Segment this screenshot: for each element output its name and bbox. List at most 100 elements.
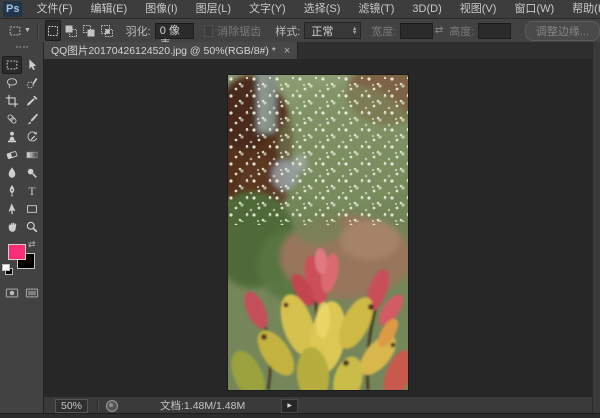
path-selection-tool[interactable] [2,200,22,218]
eraser-tool[interactable] [2,146,22,164]
menu-file[interactable]: 文件(F) [27,0,81,18]
menu-type[interactable]: 文字(Y) [240,0,295,18]
tab-close-icon[interactable]: × [284,45,290,56]
document-tab-bar: QQ图片20170426124520.jpg @ 50%(RGB/8#) * × [44,42,592,60]
photo-plants [209,61,430,404]
intersect-selection-button[interactable] [99,20,115,41]
swap-colors-icon[interactable]: ⇄ [28,239,36,250]
menu-help[interactable]: 帮助(H) [563,0,600,18]
hand-tool[interactable] [2,218,22,236]
height-input [478,22,511,39]
panel-dock-edge[interactable] [592,42,600,413]
eyedropper-icon [26,95,37,106]
screen-mode-button[interactable] [25,286,39,300]
menu-view[interactable]: 视图(V) [451,0,506,18]
history-brush-icon [27,131,37,142]
status-bar: 50% 文档:1.48M/1.48M ▶ [44,396,592,414]
rectangular-marquee-tool[interactable] [1,56,22,74]
type-icon: T [28,186,35,198]
window-edge [0,413,600,418]
clone-stamp-tool[interactable] [2,128,22,146]
menu-filter[interactable]: 滤镜(T) [349,0,403,18]
path-selection-icon [8,203,15,215]
open-image[interactable] [209,61,430,404]
rectangle-icon [26,205,37,213]
marquee-preset-icon [9,26,21,35]
style-value: 正常 [311,25,334,38]
document-tab[interactable]: QQ图片20170426124520.jpg @ 50%(RGB/8#) * × [44,42,299,59]
default-colors-icon[interactable] [2,264,13,275]
eyedropper-tool[interactable] [22,92,42,110]
quick-mask-button[interactable] [5,286,19,300]
new-selection-button[interactable] [44,20,61,41]
menu-window[interactable]: 窗口(W) [505,0,563,18]
dodge-icon [27,168,37,178]
feather-label: 羽化: [125,25,151,38]
screen-mode-icon [25,288,38,298]
hand-icon [8,222,16,232]
move-tool[interactable] [22,56,42,74]
width-input [400,22,433,39]
document-size-info: 文档:1.48M/1.48M [160,400,246,412]
gradient-tool[interactable] [22,146,42,164]
add-selection-button[interactable] [63,20,79,41]
zoom-level-field[interactable]: 50% [55,398,89,413]
width-label: 宽度: [371,25,397,38]
style-label: 样式: [275,25,301,38]
intersect-selection-icon [100,24,113,37]
toolbox-grip[interactable] [0,42,43,51]
water-drop-icon [8,167,15,178]
clone-stamp-icon [7,131,16,143]
crop-tool[interactable] [2,92,22,110]
photoshop-window: Ps 文件(F) 编辑(E) 图像(I) 图层(L) 文字(Y) 选择(S) 滤… [0,0,600,418]
subtract-selection-icon [82,24,95,36]
zoom-tool[interactable] [22,218,42,236]
add-selection-icon [65,25,77,37]
menu-layer[interactable]: 图层(L) [187,0,240,18]
healing-brush-icon [7,114,16,124]
quick-selection-icon [26,77,37,89]
svg-text:T: T [28,186,35,198]
menu-edit[interactable]: 编辑(E) [82,0,137,18]
antialias-checkbox [204,24,214,37]
brush-tool[interactable] [22,110,42,128]
refine-edge-button: 调整边缘... [524,20,600,41]
rectangle-shape-tool[interactable] [22,200,42,218]
crop-icon [5,94,18,108]
status-options-button[interactable]: ▶ [281,398,299,413]
foreground-color-swatch[interactable] [8,244,26,260]
marquee-icon [6,60,17,70]
height-label: 高度: [449,25,475,38]
lasso-tool[interactable] [2,74,22,92]
menu-select[interactable]: 选择(S) [295,0,350,18]
lasso-icon [6,78,17,89]
dodge-tool[interactable] [22,164,42,182]
healing-brush-tool[interactable] [2,110,22,128]
new-selection-icon [47,25,58,36]
eraser-icon [6,151,17,159]
tool-preset-picker[interactable]: ▼ [7,23,32,39]
antialias-label: 消除锯齿 [217,25,262,38]
feather-input[interactable]: 0 像素 [154,22,195,51]
move-icon [28,59,36,71]
style-select[interactable]: 正常 ▲ ▼ [304,22,362,39]
gradient-icon [26,151,37,159]
history-brush-tool[interactable] [22,128,42,146]
menu-bar: Ps 文件(F) 编辑(E) 图像(I) 图层(L) 文字(Y) 选择(S) 滤… [0,0,600,19]
ps-logo: Ps [3,1,23,17]
chevron-down-icon: ▼ [24,27,31,34]
type-tool[interactable]: T [22,182,42,200]
blur-tool[interactable] [2,164,22,182]
quick-selection-tool[interactable] [22,74,42,92]
magnifier-icon [26,221,37,233]
document-tab-title: QQ图片20170426124520.jpg @ 50%(RGB/8#) * [51,45,276,57]
subtract-selection-button[interactable] [81,20,97,41]
pen-tool[interactable] [2,182,22,200]
toolbox-panel: T ⇄ [0,42,44,413]
tool-options-bar: ▼ 羽化: 0 像素 消除锯齿 样式: 正常 ▲▼ 宽度: ⇄ 高度: 调整边缘… [0,19,600,51]
canvas-area[interactable] [44,59,592,404]
color-swatches: ⇄ [0,239,43,278]
menu-image[interactable]: 图像(I) [136,0,186,18]
quick-mask-icon [5,288,18,298]
menu-3d[interactable]: 3D(D) [403,0,450,18]
